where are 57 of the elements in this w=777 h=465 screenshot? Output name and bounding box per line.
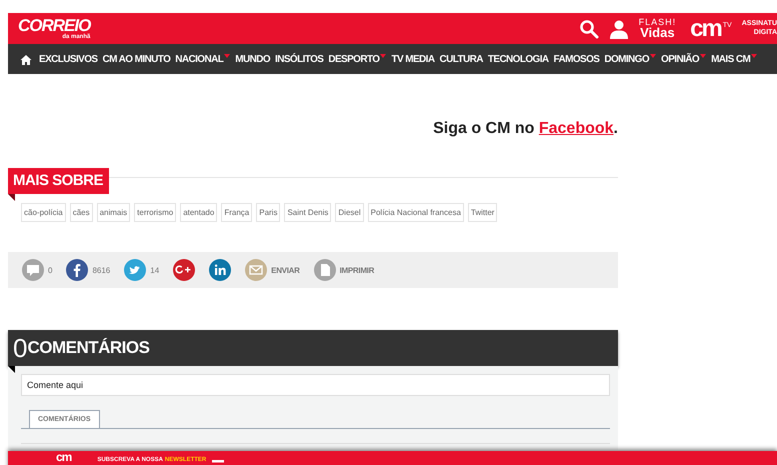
- dropdown-icon: [700, 54, 706, 58]
- logo[interactable]: CORREIO: [18, 17, 90, 34]
- dropdown-icon: [650, 54, 656, 58]
- tag-link[interactable]: animais: [96, 203, 130, 222]
- share-count: 0: [48, 266, 52, 274]
- tag-link[interactable]: Saint Denis: [284, 203, 332, 222]
- nav-link[interactable]: EXCLUSIVOS: [39, 53, 98, 67]
- nav-link[interactable]: DESPORTO: [328, 53, 386, 67]
- tag-link[interactable]: França: [221, 203, 252, 222]
- user-icon[interactable]: [608, 18, 629, 38]
- follow-text: Siga o CM no Facebook.: [432, 120, 618, 138]
- tag-link[interactable]: Polícia Nacional francesa: [368, 203, 464, 222]
- share-label[interactable]: IMPRIMIR: [340, 266, 374, 274]
- nav-link[interactable]: NACIONAL: [175, 53, 230, 67]
- comment-icon[interactable]: [22, 259, 44, 281]
- cm-logo[interactable]: cm: [690, 16, 721, 40]
- share-count: 8616: [92, 266, 110, 274]
- facebook-link[interactable]: Facebook: [538, 120, 614, 137]
- search-icon[interactable]: [578, 18, 599, 38]
- nav-link[interactable]: OPINIÃO: [661, 53, 706, 67]
- google-plus-icon[interactable]: [173, 259, 196, 281]
- share-label[interactable]: ENVIAR: [271, 266, 300, 274]
- share-count: 14: [150, 266, 160, 274]
- linkedin-icon[interactable]: [209, 259, 232, 281]
- tag-link[interactable]: cães: [70, 203, 93, 222]
- ribbon-fold: [8, 194, 15, 201]
- nav-link[interactable]: CM AO MINUTO: [102, 53, 170, 67]
- ribbon-fold: [8, 366, 15, 373]
- nav-link[interactable]: INSÓLITOS: [275, 53, 324, 67]
- nav-link[interactable]: TV MEDIA: [391, 53, 434, 67]
- comment-count: 0: [13, 332, 28, 364]
- tag-link[interactable]: Twitter: [468, 203, 498, 222]
- section-title: MAIS SOBRE: [8, 168, 110, 194]
- tag-link[interactable]: atentado: [180, 203, 218, 222]
- tag-link[interactable]: Paris: [256, 203, 280, 222]
- dropdown-icon: [380, 54, 386, 58]
- vidas-label[interactable]: Vidas: [640, 26, 675, 39]
- home-icon[interactable]: [20, 54, 32, 66]
- document-icon[interactable]: [314, 259, 336, 281]
- comment-field[interactable]: Comente aqui: [21, 374, 610, 396]
- nav-link[interactable]: FAMOSOS: [554, 53, 600, 67]
- tag-link[interactable]: cão-polícia: [21, 203, 66, 222]
- flash-label[interactable]: FLASH!: [638, 18, 676, 27]
- cm-logo[interactable]: cm: [56, 451, 72, 463]
- dropdown-icon: [751, 54, 758, 58]
- nav-link[interactable]: CULTURA: [439, 53, 483, 67]
- dropdown-icon: [224, 54, 230, 58]
- nav-link[interactable]: MUNDO: [235, 53, 270, 67]
- tag-link[interactable]: terrorismo: [134, 203, 176, 222]
- nav-link[interactable]: TECNOLOGIA: [488, 53, 549, 67]
- minus-icon[interactable]: [212, 460, 224, 464]
- comments-title: COMENTÁRIOS: [27, 338, 150, 358]
- facebook-icon[interactable]: [66, 259, 88, 281]
- tag-link[interactable]: Diesel: [335, 203, 364, 222]
- twitter-icon[interactable]: [124, 259, 146, 281]
- nav-link[interactable]: DOMINGO: [604, 53, 656, 67]
- nav-link[interactable]: MAIS CM: [711, 53, 758, 67]
